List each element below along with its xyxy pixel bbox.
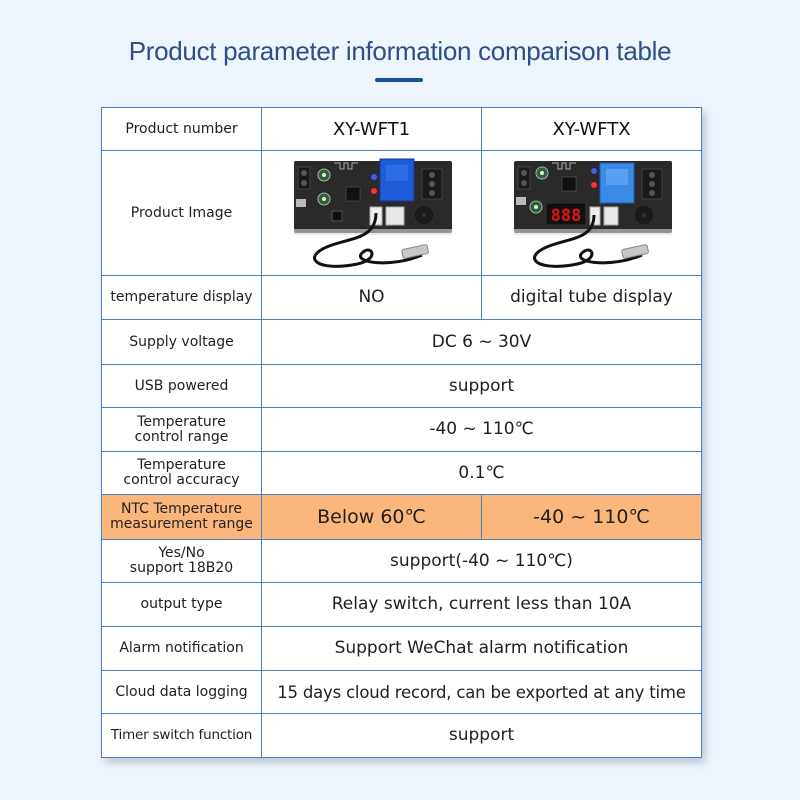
comparison-table: Product number XY-WFT1 XY-WFTX Product I… <box>101 107 702 758</box>
row-label: Yes/No support 18B20 <box>101 539 262 583</box>
row-label: temperature display <box>101 275 262 320</box>
row-label: Alarm notification <box>101 626 262 671</box>
row-cloud-data-logging: Cloud data logging 15 days cloud record,… <box>101 670 702 714</box>
shared-value: Support WeChat alarm notification <box>261 626 702 671</box>
shared-value: 0.1℃ <box>261 451 702 495</box>
row-product-image: Product Image 888 <box>101 150 702 276</box>
shared-value: support <box>261 364 702 408</box>
row-supply-voltage: Supply voltage DC 6 ~ 30V <box>101 319 702 365</box>
product-1-value: NO <box>261 275 482 320</box>
row-label-line2: control range <box>134 428 229 445</box>
comparison-table-container: Product number XY-WFT1 XY-WFTX Product I… <box>101 107 702 758</box>
row-label-line2: measurement range <box>110 516 253 532</box>
row-usb-powered: USB powered support <box>101 364 702 408</box>
title-underline <box>375 78 423 82</box>
row-label-line2: support 18B20 <box>129 560 234 576</box>
product-2-value: -40 ~ 110℃ <box>481 494 702 540</box>
shared-value: support <box>261 713 702 758</box>
row-temperature-control-accuracy: Temperature control accuracy 0.1℃ <box>101 451 702 495</box>
row-label: Product Image <box>101 150 262 276</box>
row-ntc-measurement-range: NTC Temperature measurement range Below … <box>101 494 702 540</box>
row-product-number: Product number XY-WFT1 XY-WFTX <box>101 107 702 151</box>
row-label: Temperature control range <box>101 407 262 452</box>
row-label: Supply voltage <box>101 319 262 365</box>
row-label-line1: NTC Temperature <box>120 501 243 517</box>
row-temperature-display: temperature display NO digital tube disp… <box>101 275 702 320</box>
row-label-line1: Temperature <box>137 457 226 473</box>
shared-value: Relay switch, current less than 10A <box>261 582 702 627</box>
row-label-line1: Yes/No <box>158 545 205 561</box>
row-support-18b20: Yes/No support 18B20 support(-40 ~ 110℃) <box>101 539 702 583</box>
shared-value: 15 days cloud record, can be exported at… <box>261 670 702 714</box>
row-label: Timer switch function <box>101 713 262 758</box>
row-alarm-notification: Alarm notification Support WeChat alarm … <box>101 626 702 671</box>
shared-value: -40 ~ 110℃ <box>261 407 702 452</box>
shared-value: support(-40 ~ 110℃) <box>261 539 702 583</box>
row-label: Temperature control accuracy <box>101 451 262 495</box>
row-label: Product number <box>101 107 262 151</box>
shared-value: DC 6 ~ 30V <box>261 319 702 365</box>
product-1-number: XY-WFT1 <box>261 107 482 151</box>
product-2-image-cell: 888 <box>481 150 702 276</box>
row-timer-switch-function: Timer switch function support <box>101 713 702 758</box>
row-label: output type <box>101 582 262 627</box>
row-label-line2: control accuracy <box>123 472 240 488</box>
page-title: Product parameter information comparison… <box>128 36 672 66</box>
product-1-value: Below 60℃ <box>261 494 482 540</box>
row-temperature-control-range: Temperature control range -40 ~ 110℃ <box>101 407 702 452</box>
product-2-number: XY-WFTX <box>481 107 702 151</box>
product-2-value: digital tube display <box>481 275 702 320</box>
relay-board-digital-display-image: 888 <box>513 161 672 268</box>
svg-text:888: 888 <box>550 206 581 226</box>
row-label: USB powered <box>101 364 262 408</box>
row-label: NTC Temperature measurement range <box>101 494 262 540</box>
relay-board-image <box>293 158 452 268</box>
row-label-line1: Temperature <box>137 413 226 430</box>
product-1-image-cell <box>261 150 482 276</box>
row-output-type: output type Relay switch, current less t… <box>101 582 702 627</box>
row-label: Cloud data logging <box>101 670 262 714</box>
